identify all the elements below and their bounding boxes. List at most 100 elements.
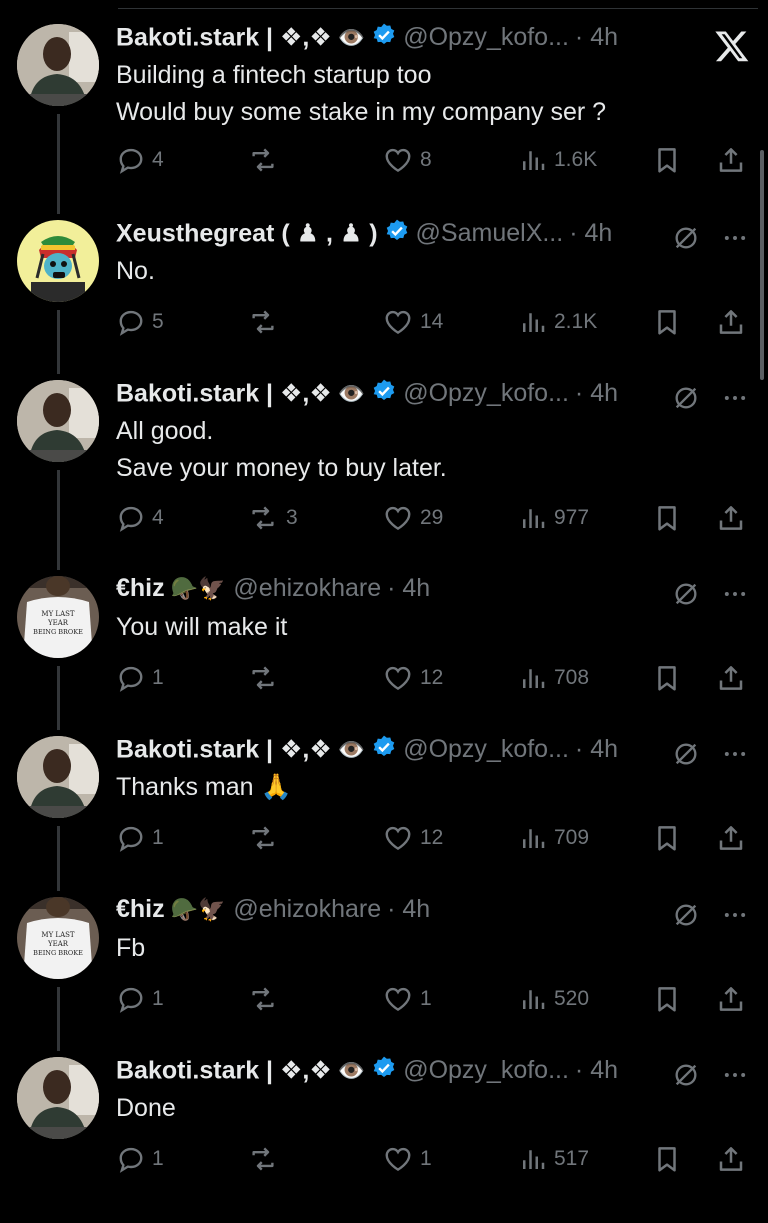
author-handle[interactable]: @Opzy_kofo...	[403, 379, 569, 407]
author-name[interactable]: Bakoti.stark | ❖,❖	[116, 736, 332, 764]
like-button[interactable]: 1	[382, 979, 432, 1019]
bookmark-button[interactable]	[652, 818, 688, 858]
verified-badge-icon	[371, 378, 397, 409]
timestamp[interactable]: · 4h	[387, 574, 430, 602]
repost-button[interactable]	[246, 302, 286, 342]
share-button[interactable]	[716, 498, 752, 538]
reply-button[interactable]: 1	[116, 979, 164, 1019]
more-icon[interactable]	[720, 895, 750, 935]
repost-button[interactable]	[246, 979, 286, 1019]
muted-conversation-icon[interactable]	[672, 378, 700, 418]
name-emoji: 👁️	[337, 736, 366, 762]
author-handle[interactable]: @ehizokhare	[233, 574, 381, 602]
views-count: 709	[554, 826, 590, 849]
author-handle[interactable]: @ehizokhare	[233, 895, 381, 923]
share-icon	[716, 663, 752, 693]
verified-badge-icon	[371, 734, 397, 765]
bookmark-button[interactable]	[652, 658, 688, 698]
avatar[interactable]	[17, 1057, 99, 1139]
views-button[interactable]: 517	[518, 1139, 589, 1179]
repost-button[interactable]	[246, 658, 286, 698]
reply-button[interactable]: 4	[116, 498, 164, 538]
likes-count: 12	[420, 826, 444, 849]
share-icon	[716, 1144, 752, 1174]
tweet[interactable]: Bakoti.stark | ❖,❖ 👁️ @Opzy_kofo... · 4h Don…	[0, 1033, 768, 1223]
reply-button[interactable]: 1	[116, 818, 164, 858]
views-button[interactable]: 2.1K	[518, 302, 597, 342]
more-icon[interactable]	[720, 378, 750, 418]
tweet[interactable]: Bakoti.stark | ❖,❖ 👁️ @Opzy_kofo... · 4h Bui…	[0, 0, 768, 190]
reply-button[interactable]: 4	[116, 140, 164, 180]
avatar[interactable]	[17, 736, 99, 818]
bookmark-button[interactable]	[652, 302, 688, 342]
like-button[interactable]: 8	[382, 140, 432, 180]
timestamp[interactable]: · 4h	[387, 895, 430, 923]
author-name[interactable]: Bakoti.stark | ❖,❖	[116, 380, 332, 408]
avatar[interactable]: MY LAST YEAR BEING BROKE	[17, 576, 99, 658]
muted-conversation-icon[interactable]	[672, 734, 700, 774]
views-button[interactable]: 708	[518, 658, 589, 698]
share-button[interactable]	[716, 1139, 752, 1179]
repost-button[interactable]	[246, 818, 286, 858]
author-name[interactable]: Bakoti.stark | ❖,❖	[116, 24, 332, 52]
muted-conversation-icon[interactable]	[672, 895, 700, 935]
views-icon	[518, 823, 554, 853]
author-handle[interactable]: @Opzy_kofo...	[403, 1056, 569, 1084]
bookmark-button[interactable]	[652, 1139, 688, 1179]
reply-button[interactable]: 1	[116, 658, 164, 698]
like-button[interactable]: 1	[382, 1139, 432, 1179]
timestamp[interactable]: · 4h	[575, 1056, 618, 1084]
repost-button[interactable]	[246, 140, 286, 180]
share-button[interactable]	[716, 140, 752, 180]
like-button[interactable]: 14	[382, 302, 443, 342]
muted-conversation-icon[interactable]	[672, 1055, 700, 1095]
tweet[interactable]: Bakoti.stark | ❖,❖ 👁️ @Opzy_kofo... · 4h All…	[0, 356, 768, 546]
share-button[interactable]	[716, 302, 752, 342]
avatar[interactable]	[17, 220, 99, 302]
avatar[interactable]	[17, 380, 99, 462]
views-button[interactable]: 709	[518, 818, 589, 858]
timestamp[interactable]: · 4h	[569, 219, 612, 247]
repost-button[interactable]: 3	[246, 498, 298, 538]
more-icon[interactable]	[720, 574, 750, 614]
share-button[interactable]	[716, 818, 752, 858]
like-button[interactable]: 12	[382, 658, 443, 698]
author-handle[interactable]: @Opzy_kofo...	[403, 735, 569, 763]
share-button[interactable]	[716, 979, 752, 1019]
svg-text:YEAR: YEAR	[47, 619, 69, 627]
author-handle[interactable]: @SamuelX...	[416, 219, 564, 247]
reply-button[interactable]: 5	[116, 302, 164, 342]
avatar[interactable]: MY LAST YEAR BEING BROKE	[17, 897, 99, 979]
timestamp[interactable]: · 4h	[575, 379, 618, 407]
author-name[interactable]: €hiz	[116, 574, 165, 602]
share-icon	[716, 984, 752, 1014]
author-handle[interactable]: @Opzy_kofo...	[403, 23, 569, 51]
author-name[interactable]: Xeusthegreat ( ♟ , ♟ )	[116, 220, 378, 248]
timestamp[interactable]: · 4h	[575, 735, 618, 763]
author-name[interactable]: Bakoti.stark | ❖,❖	[116, 1057, 332, 1085]
more-icon[interactable]	[720, 218, 750, 258]
timestamp[interactable]: · 4h	[575, 23, 618, 51]
more-icon[interactable]	[720, 734, 750, 774]
bookmark-icon	[652, 663, 688, 693]
replies-count: 1	[152, 826, 164, 849]
like-button[interactable]: 29	[382, 498, 443, 538]
bookmark-button[interactable]	[652, 140, 688, 180]
share-button[interactable]	[716, 658, 752, 698]
repost-button[interactable]	[246, 1139, 286, 1179]
name-emoji: 👁️	[337, 380, 366, 406]
svg-text:MY LAST: MY LAST	[41, 610, 75, 618]
muted-conversation-icon[interactable]	[672, 218, 700, 258]
like-button[interactable]: 12	[382, 818, 443, 858]
muted-conversation-icon[interactable]	[672, 574, 700, 614]
more-icon[interactable]	[720, 1055, 750, 1095]
bookmark-button[interactable]	[652, 498, 688, 538]
avatar[interactable]	[17, 24, 99, 106]
reply-button[interactable]: 1	[116, 1139, 164, 1179]
views-button[interactable]: 1.6K	[518, 140, 597, 180]
author-name[interactable]: €hiz	[116, 895, 165, 923]
views-button[interactable]: 977	[518, 498, 589, 538]
views-button[interactable]: 520	[518, 979, 589, 1019]
like-icon	[382, 1144, 420, 1174]
bookmark-button[interactable]	[652, 979, 688, 1019]
